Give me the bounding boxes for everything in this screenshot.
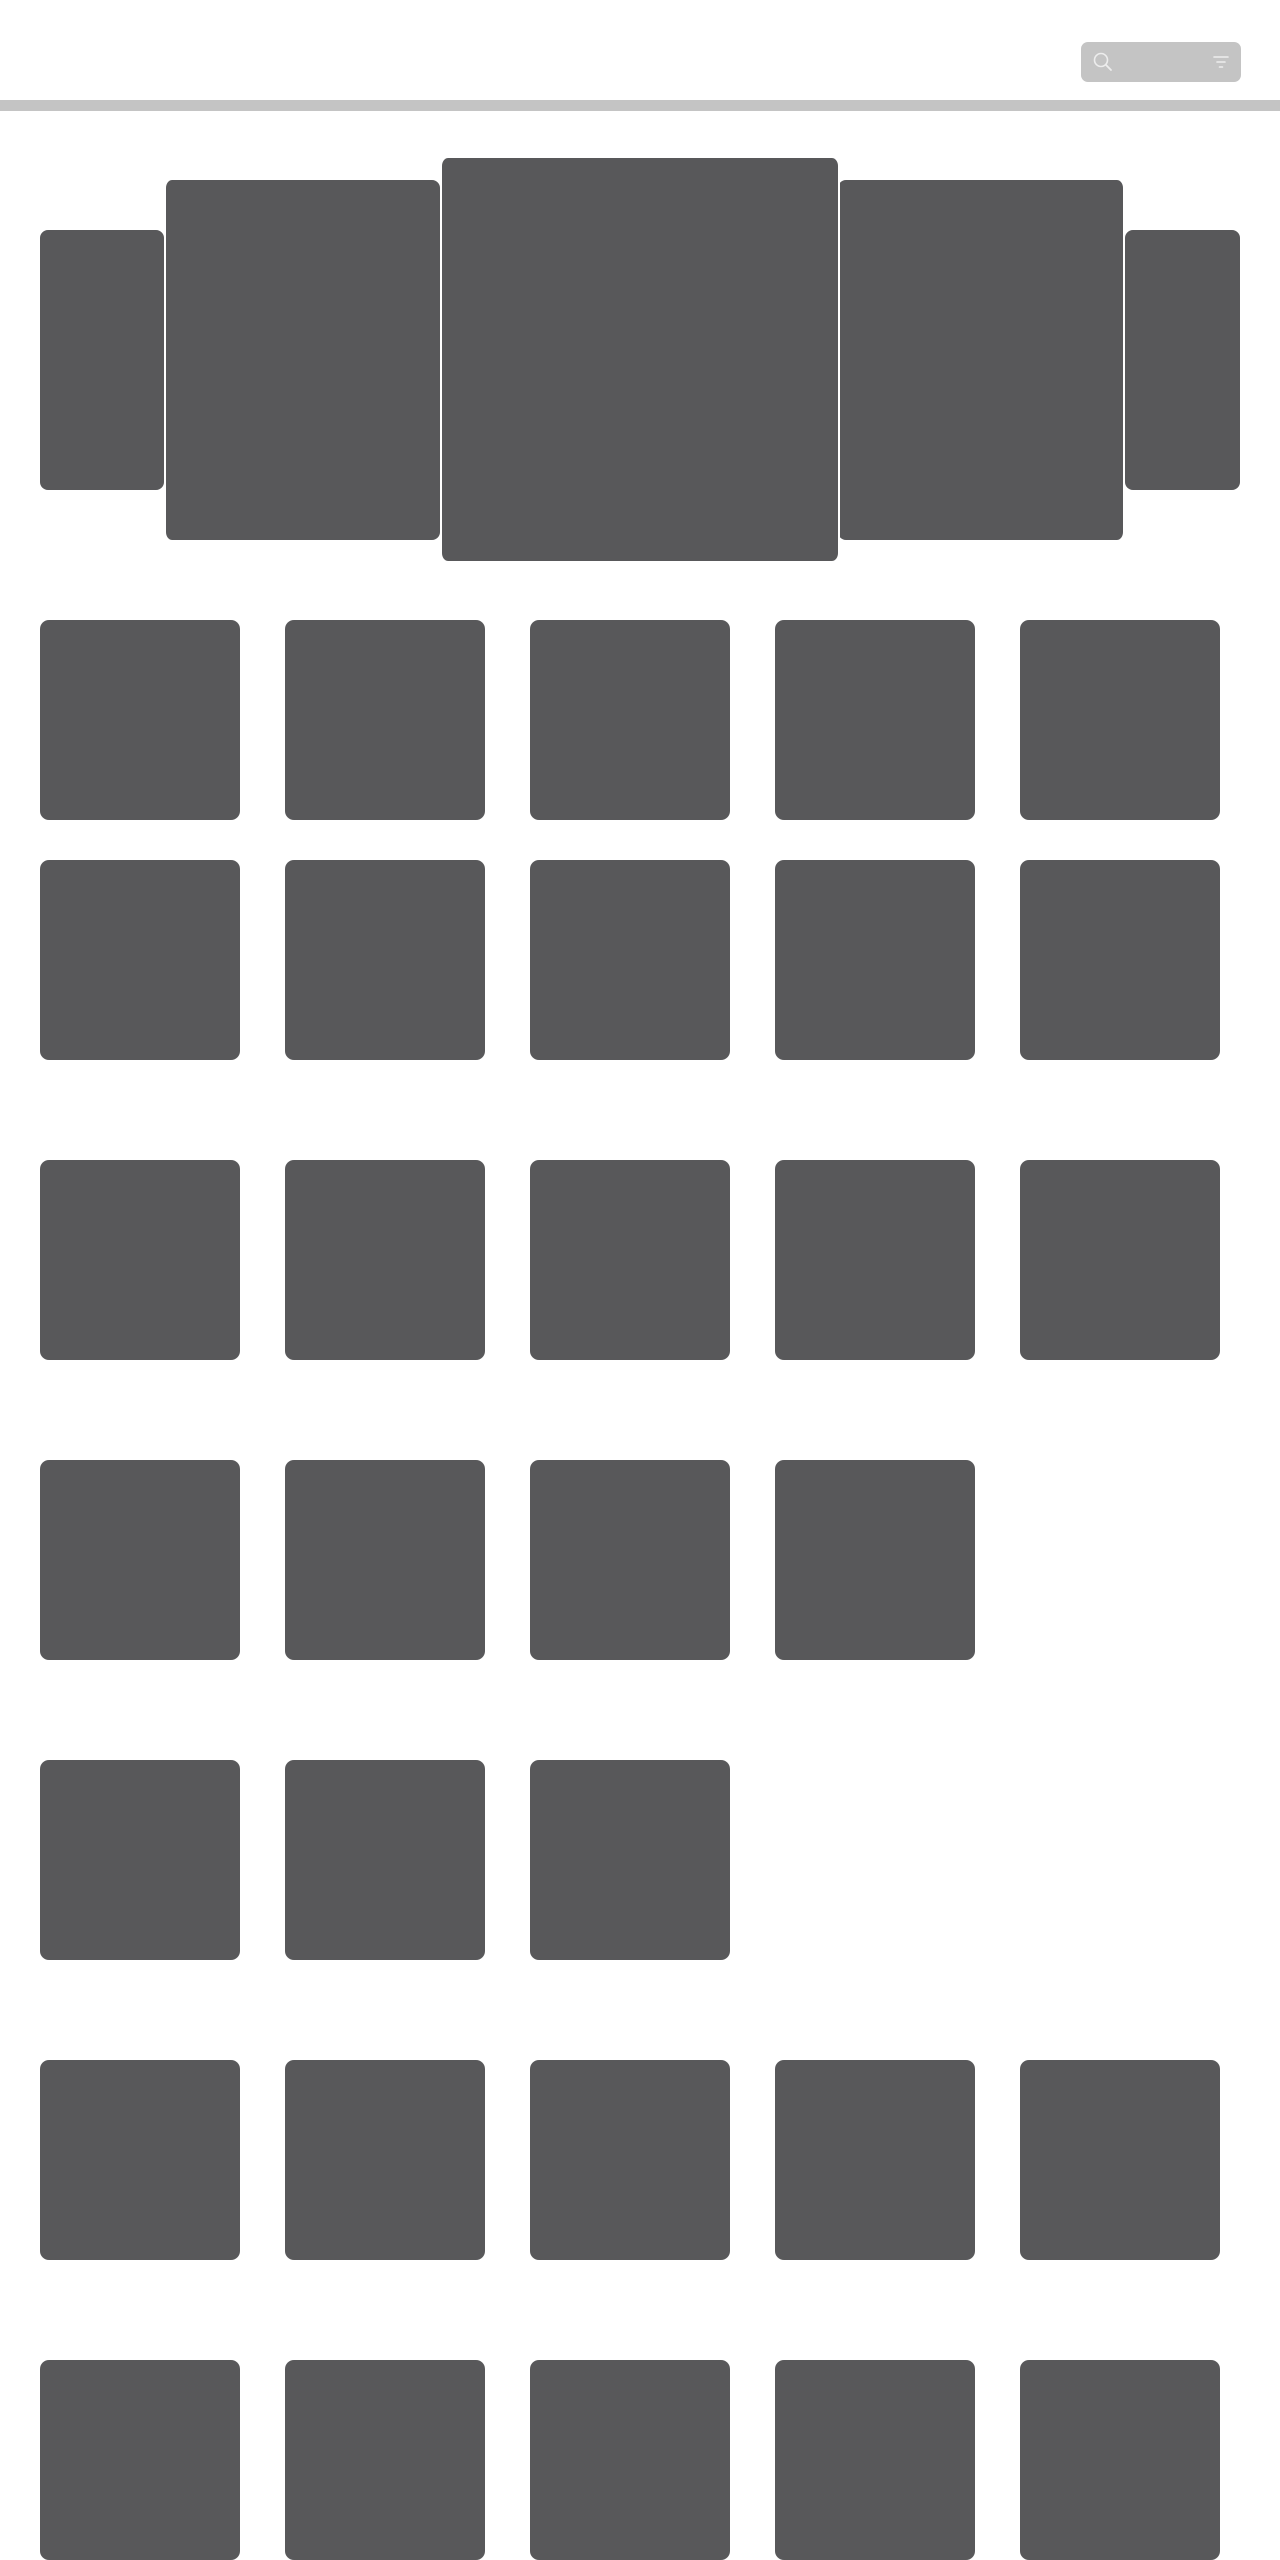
grid-tile[interactable]: [40, 1460, 240, 1660]
grid-tile[interactable]: [775, 2360, 975, 2560]
carousel-slide-right[interactable]: [838, 180, 1125, 540]
carousel-slide-center[interactable]: [440, 158, 840, 561]
grid-tile[interactable]: [1020, 2060, 1220, 2260]
grid-tile[interactable]: [40, 860, 240, 1060]
grid-tile[interactable]: [285, 2360, 485, 2560]
grid-tile[interactable]: [775, 860, 975, 1060]
grid-tile[interactable]: [775, 1160, 975, 1360]
grid-tile[interactable]: [40, 1160, 240, 1360]
grid-tile[interactable]: [530, 620, 730, 820]
grid-tile[interactable]: [530, 860, 730, 1060]
grid-tile[interactable]: [40, 1760, 240, 1960]
grid-tile[interactable]: [285, 1460, 485, 1660]
grid-tile[interactable]: [775, 2060, 975, 2260]
carousel-slide-far-right[interactable]: [1125, 230, 1240, 490]
search-icon: [1093, 52, 1113, 72]
grid-tile[interactable]: [285, 2060, 485, 2260]
grid-tile[interactable]: [530, 2060, 730, 2260]
grid-tile[interactable]: [530, 1760, 730, 1960]
header-divider: [0, 100, 1280, 111]
carousel-slide-far-left[interactable]: [40, 230, 164, 490]
grid-tile[interactable]: [40, 2360, 240, 2560]
grid-tile[interactable]: [775, 620, 975, 820]
search-box[interactable]: [1081, 42, 1241, 82]
grid-tile[interactable]: [1020, 1160, 1220, 1360]
grid-tile[interactable]: [40, 2060, 240, 2260]
carousel-slide-left[interactable]: [164, 180, 440, 540]
grid-tile[interactable]: [530, 1460, 730, 1660]
filter-icon[interactable]: [1213, 54, 1229, 70]
grid-tile[interactable]: [285, 620, 485, 820]
grid-tile[interactable]: [530, 2360, 730, 2560]
grid-tile[interactable]: [775, 1460, 975, 1660]
grid-tile[interactable]: [530, 1160, 730, 1360]
grid-tile[interactable]: [40, 620, 240, 820]
grid-tile[interactable]: [285, 1160, 485, 1360]
grid-tile[interactable]: [285, 1760, 485, 1960]
grid-tile[interactable]: [1020, 860, 1220, 1060]
grid-tile[interactable]: [285, 860, 485, 1060]
grid-tile[interactable]: [1020, 2360, 1220, 2560]
grid-tile[interactable]: [1020, 620, 1220, 820]
